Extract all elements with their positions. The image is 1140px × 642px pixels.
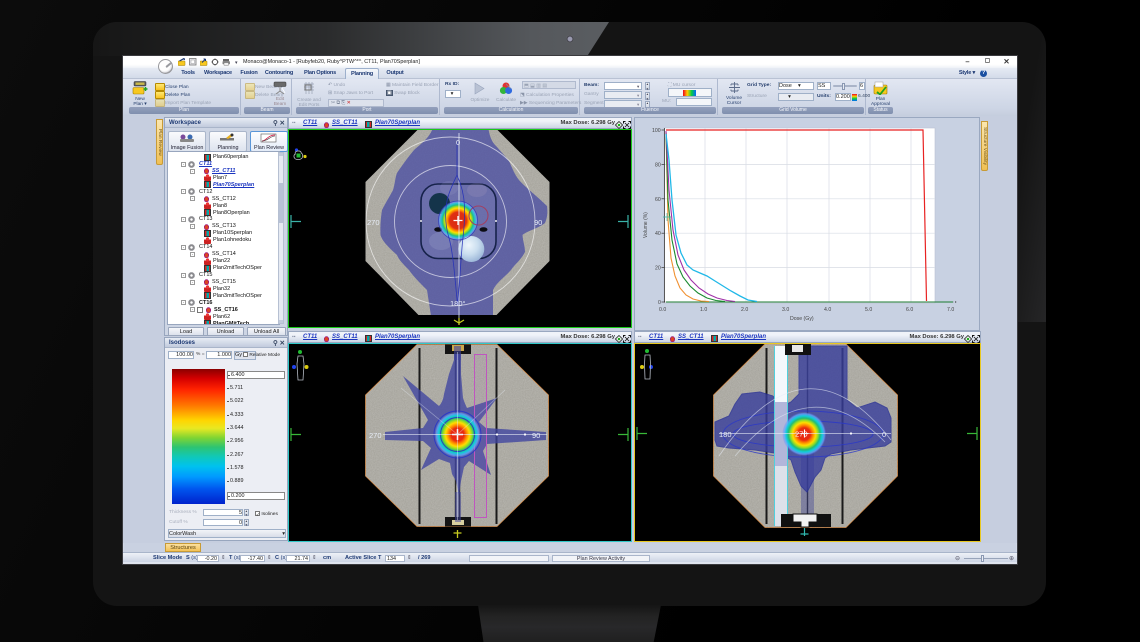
svg-text:180: 180 — [719, 430, 732, 439]
svg-text:20: 20 — [655, 266, 661, 272]
svg-text:90: 90 — [532, 431, 540, 440]
svg-text:90: 90 — [534, 218, 542, 227]
svg-text:6.0: 6.0 — [906, 307, 913, 313]
svg-text:0.0: 0.0 — [659, 307, 666, 313]
svg-text:40: 40 — [655, 231, 661, 237]
svg-text:2.0: 2.0 — [741, 307, 748, 313]
svg-text:5.0: 5.0 — [865, 307, 872, 313]
svg-text:Volume (%): Volume (%) — [643, 212, 649, 238]
svg-text:Dose (Gy): Dose (Gy) — [790, 316, 814, 322]
svg-text:4.0: 4.0 — [824, 307, 831, 313]
svg-text:270: 270 — [369, 431, 382, 440]
svg-text:80: 80 — [655, 162, 661, 168]
svg-text:0: 0 — [456, 138, 460, 147]
svg-text:180°: 180° — [450, 299, 466, 308]
svg-text:1.0: 1.0 — [700, 307, 707, 313]
svg-text:60: 60 — [655, 197, 661, 203]
svg-text:0: 0 — [658, 300, 661, 306]
svg-text:0: 0 — [882, 430, 886, 439]
svg-text:3.0: 3.0 — [782, 307, 789, 313]
svg-text:100: 100 — [652, 128, 661, 134]
svg-text:7.0: 7.0 — [947, 307, 954, 313]
svg-text:270: 270 — [795, 430, 808, 439]
svg-text:270: 270 — [367, 218, 380, 227]
